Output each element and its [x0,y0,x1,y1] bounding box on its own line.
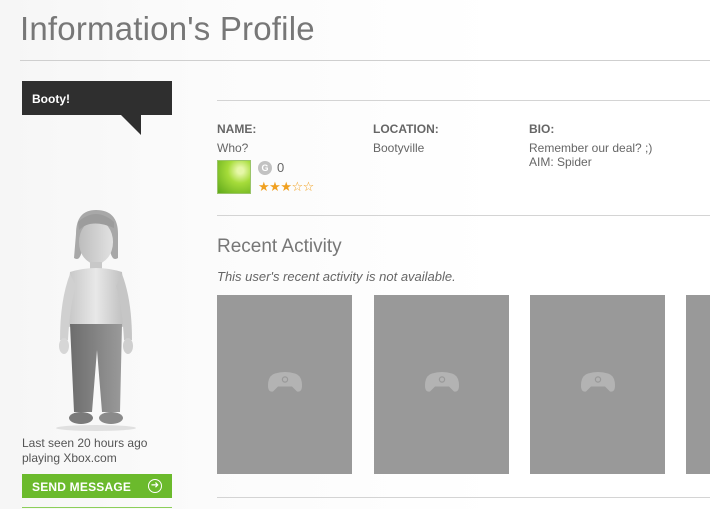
bio-value: Remember our deal? ;) AIM: Spider [529,141,652,169]
star-empty-icon: ☆ [291,179,303,194]
last-seen-text: Last seen 20 hours ago [22,436,148,450]
recent-activity-title: Recent Activity [217,236,342,257]
avatar [46,200,146,432]
star-filled-icon: ★ [258,179,270,194]
title-divider [20,60,710,61]
name-label: NAME: [217,122,257,136]
star-filled-icon: ★ [280,179,292,194]
profile-top-divider [217,100,710,101]
bio-line-1: Remember our deal? ;) [529,141,653,155]
send-message-button[interactable]: SEND MESSAGE ➜ [22,474,172,498]
recent-activity-note: This user's recent activity is not avail… [217,269,456,284]
arrow-right-icon: ➜ [148,479,162,493]
activity-tile[interactable] [530,295,665,474]
controller-icon [580,371,616,398]
activity-tile[interactable] [686,295,710,474]
controller-icon [424,371,460,398]
motto-bubble: Booty! [22,81,172,115]
activity-bottom-divider [217,497,710,498]
activity-tile[interactable] [217,295,352,474]
location-value: Bootyville [373,141,425,155]
profile-bottom-divider [217,215,710,216]
page-title: Information's Profile [20,10,315,47]
star-empty-icon: ☆ [302,179,315,194]
send-message-label: SEND MESSAGE [32,480,132,494]
bio-label: BIO: [529,122,555,136]
reputation-stars: ★★★☆☆ [258,179,314,195]
playing-text: playing Xbox.com [22,451,117,465]
activity-tile[interactable] [374,295,509,474]
last-seen-status: Last seen 20 hours ago playing Xbox.com [22,436,147,466]
gamerscore-value: 0 [277,160,285,175]
name-value: Who? [217,141,249,155]
motto-bubble-tail [121,115,141,135]
left-bottom-divider [22,507,172,508]
gamer-picture[interactable] [217,160,251,194]
controller-icon [267,371,303,398]
bio-line-2: AIM: Spider [529,155,592,169]
star-filled-icon: ★ [269,179,281,194]
location-label: LOCATION: [373,122,439,136]
gamerscore-icon: G [258,161,272,175]
